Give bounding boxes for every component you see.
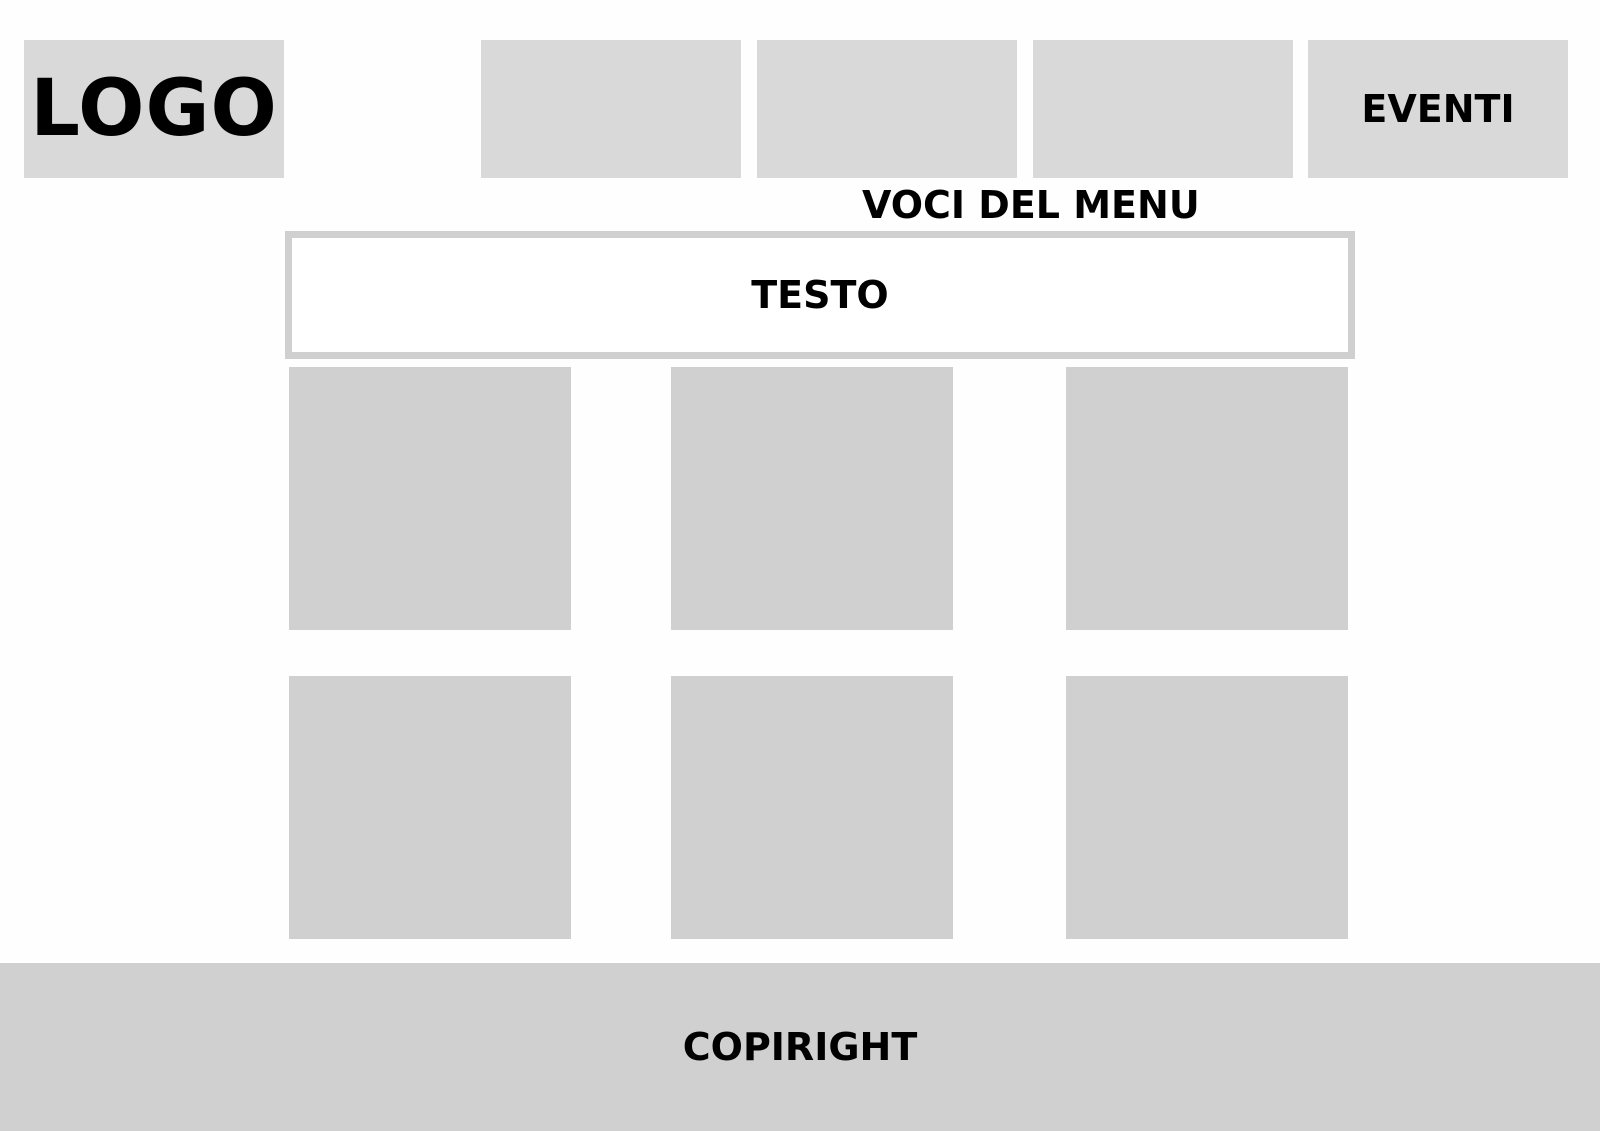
menu-item-label: EVENTI xyxy=(1361,87,1515,131)
menu-item-2[interactable] xyxy=(757,40,1017,178)
logo[interactable]: LOGO xyxy=(24,40,284,178)
content-tile[interactable] xyxy=(289,367,571,630)
content-tile[interactable] xyxy=(1066,676,1348,939)
text-block-label: TESTO xyxy=(751,273,889,317)
menu-item-eventi[interactable]: EVENTI xyxy=(1308,40,1568,178)
content-tile[interactable] xyxy=(671,676,953,939)
content-tile[interactable] xyxy=(289,676,571,939)
copyright-text: COPIRIGHT xyxy=(682,1025,918,1069)
menu-caption: VOCI DEL MENU xyxy=(862,183,1200,227)
content-tile[interactable] xyxy=(671,367,953,630)
content-tile[interactable] xyxy=(1066,367,1348,630)
menu-item-3[interactable] xyxy=(1033,40,1293,178)
menu-item-1[interactable] xyxy=(481,40,741,178)
text-block: TESTO xyxy=(285,231,1355,359)
footer: COPIRIGHT xyxy=(0,963,1600,1131)
logo-text: LOGO xyxy=(30,64,278,154)
wireframe-page: LOGO EVENTI VOCI DEL MENU TESTO COPIRIGH… xyxy=(0,0,1600,1131)
